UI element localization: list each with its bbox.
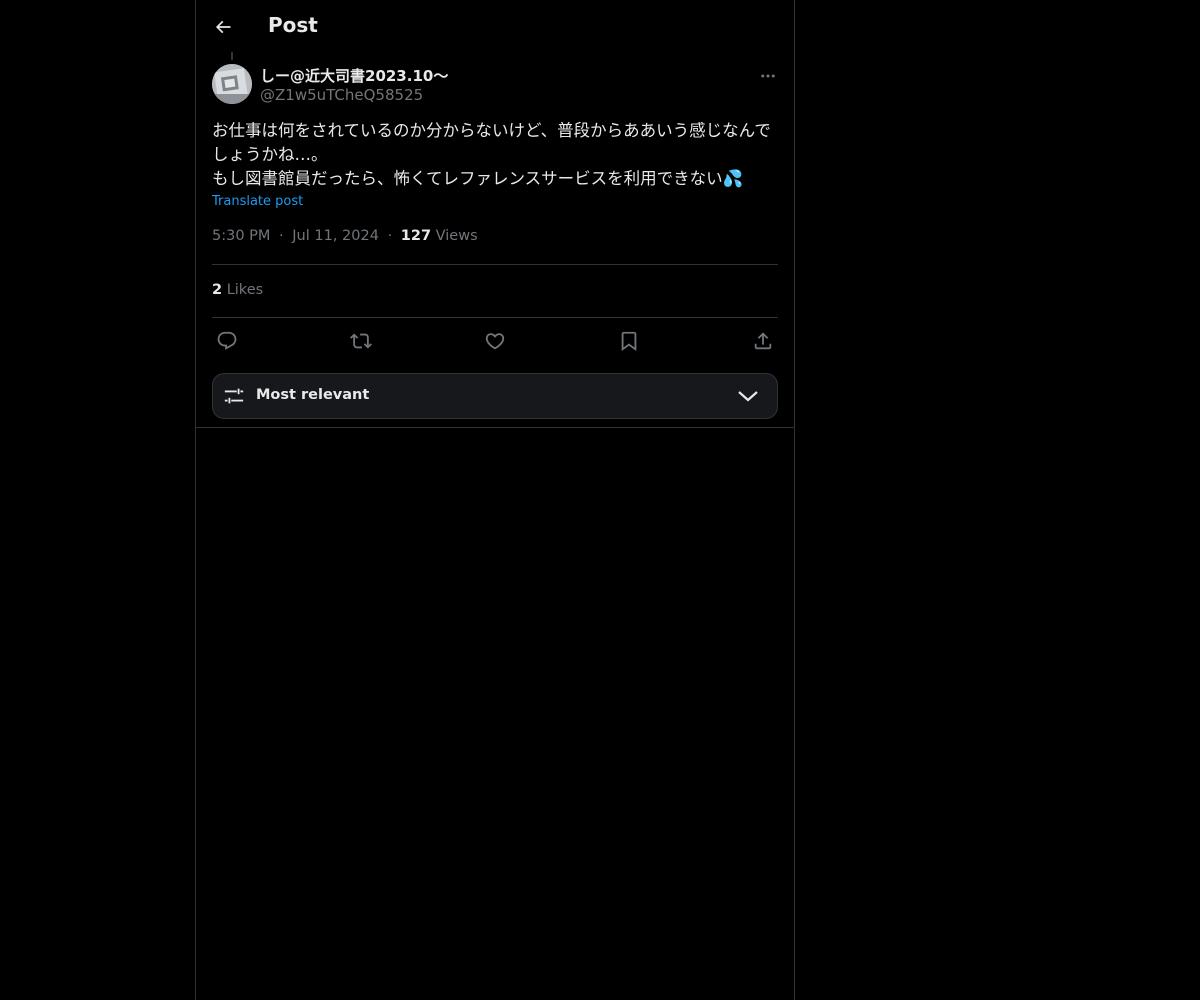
repost-button[interactable] — [346, 326, 376, 356]
bookmark-button[interactable] — [614, 326, 644, 356]
like-button[interactable] — [480, 326, 510, 356]
likes-count: 2 — [212, 282, 223, 298]
post-date[interactable]: Jul 11, 2024 — [292, 228, 379, 244]
bookmark-icon — [621, 331, 637, 352]
divider — [212, 317, 778, 318]
meta-separator: · — [279, 228, 284, 244]
avatar[interactable] — [212, 64, 252, 104]
more-options-button[interactable] — [756, 64, 780, 88]
thread-connector — [231, 52, 233, 60]
reply-icon — [217, 331, 237, 350]
likes-label: Likes — [226, 282, 264, 298]
author-display-name[interactable]: しー@近大司書2023.10〜 — [260, 65, 448, 86]
author-handle[interactable]: @Z1w5uTCheQ58525 — [260, 86, 423, 104]
avatar-image — [212, 64, 252, 104]
chevron-down-icon — [738, 391, 758, 402]
translate-post-link[interactable]: Translate post — [212, 194, 303, 209]
back-button[interactable] — [208, 12, 238, 42]
repost-icon — [350, 333, 372, 349]
divider — [212, 264, 778, 265]
top-bar: Post — [196, 0, 794, 53]
sort-label: Most relevant — [256, 387, 370, 403]
views-label: Views — [435, 228, 478, 244]
views-count: 127 — [400, 228, 432, 244]
share-icon — [754, 332, 772, 350]
primary-column: Post しー@近大司書2023.10〜 @Z1w5uTCheQ58525 お仕… — [195, 0, 795, 1000]
post-time[interactable]: 5:30 PM — [212, 228, 270, 244]
heart-icon — [485, 333, 505, 350]
post-text: お仕事は何をされているのか分からないけど、普段からああいう感じなんでしょうかね…… — [212, 121, 771, 188]
more-horizontal-icon — [761, 74, 775, 78]
likes-stat[interactable]: 2 Likes — [212, 282, 263, 298]
post-meta: 5:30 PM · Jul 11, 2024 · 127 Views — [212, 228, 478, 244]
sliders-icon — [224, 388, 244, 404]
reply-sort-dropdown[interactable]: Most relevant — [212, 373, 778, 419]
reply-button[interactable] — [212, 326, 242, 356]
arrow-left-icon — [215, 20, 231, 34]
share-button[interactable] — [748, 326, 778, 356]
section-divider — [196, 427, 794, 428]
page-title: Post — [268, 13, 318, 37]
action-bar — [212, 326, 778, 356]
meta-separator: · — [387, 228, 393, 244]
